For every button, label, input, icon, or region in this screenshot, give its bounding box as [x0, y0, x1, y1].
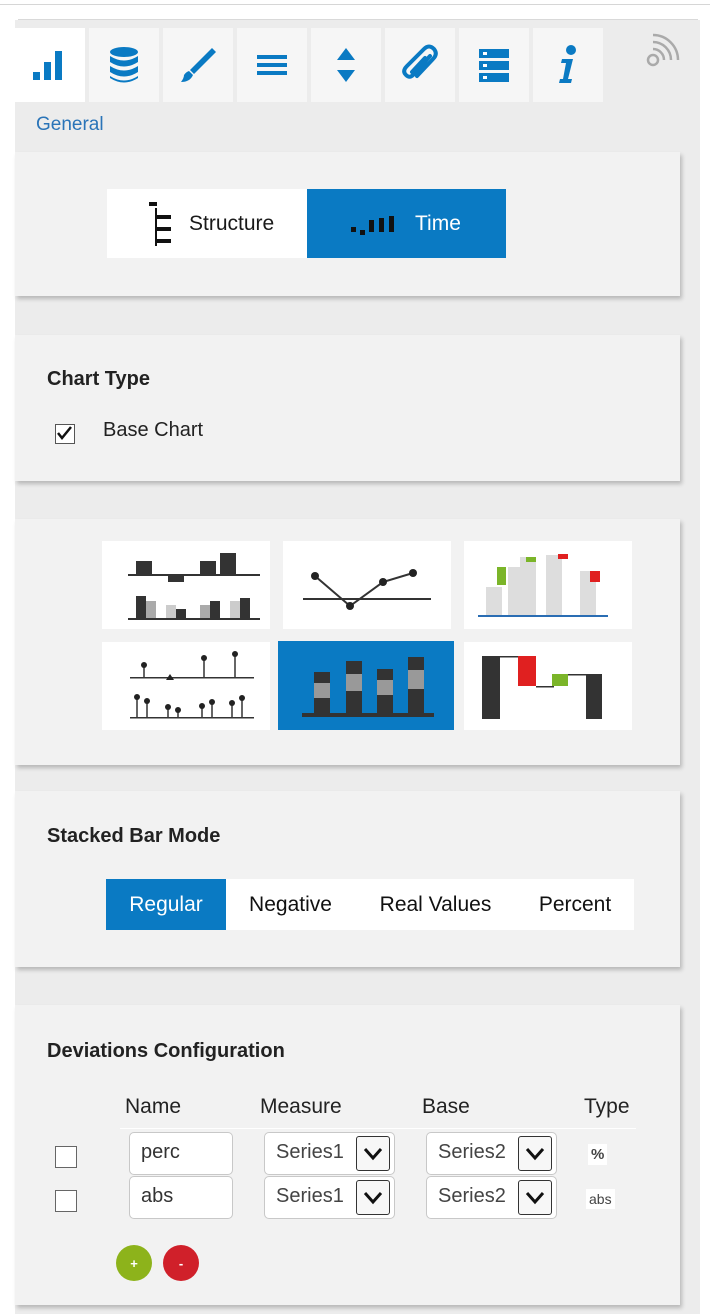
server-icon: [479, 49, 509, 82]
chevron-down-icon[interactable]: [356, 1136, 390, 1171]
time-label: Time: [415, 211, 461, 235]
panel-top-border: [18, 19, 698, 20]
time-toggle[interactable]: Time: [307, 189, 506, 258]
database-icon: [110, 47, 138, 83]
deviation-measure-value: Series1: [276, 1141, 344, 1163]
time-icon: [351, 215, 394, 235]
deviation-measure-value: Series1: [276, 1185, 344, 1207]
waterfall-deviation-chart-icon: [478, 554, 608, 617]
tab-style[interactable]: [163, 28, 233, 102]
paperclip-icon: [402, 44, 438, 79]
bar-chart-icon: [33, 51, 62, 80]
mode-regular-button[interactable]: Regular: [106, 879, 226, 930]
deviation-base-value: Series2: [438, 1185, 506, 1207]
mode-percent-button[interactable]: Percent: [516, 879, 634, 930]
deviation-measure-select[interactable]: Series1: [264, 1176, 395, 1219]
breadcrumb[interactable]: General: [36, 114, 104, 136]
tab-info[interactable]: [533, 28, 603, 102]
deviations-title: Deviations Configuration: [47, 1040, 285, 1062]
top-border: [0, 4, 710, 5]
deviation-base-value: Series2: [438, 1141, 506, 1163]
mode-negative-button[interactable]: Negative: [226, 879, 355, 930]
remove-deviation-button[interactable]: -: [163, 1245, 199, 1281]
waterfall-deviation-chart-tile[interactable]: [464, 541, 632, 629]
pin-chart-tile[interactable]: [102, 642, 270, 730]
waterfall-chart-tile[interactable]: [464, 642, 632, 730]
stacked-bar-chart-tile[interactable]: [278, 641, 454, 730]
column-header-name: Name: [125, 1095, 182, 1118]
tab-sort[interactable]: [311, 28, 381, 102]
tab-chart[interactable]: [15, 28, 85, 102]
stacked-bar-mode-title: Stacked Bar Mode: [47, 825, 221, 847]
chevron-down-icon[interactable]: [356, 1180, 390, 1215]
chevron-down-icon[interactable]: [518, 1180, 552, 1215]
deviation-type-tag[interactable]: abs: [586, 1189, 615, 1209]
deviation-base-select[interactable]: Series2: [426, 1132, 557, 1175]
column-chart-tile[interactable]: [102, 541, 270, 629]
chart-type-title: Chart Type: [47, 368, 150, 390]
mode-real-values-button[interactable]: Real Values: [355, 879, 516, 930]
row-select-checkbox[interactable]: [55, 1190, 77, 1212]
deviation-name-input[interactable]: perc: [129, 1132, 233, 1175]
column-header-base: Base: [422, 1095, 470, 1118]
tab-data[interactable]: [89, 28, 159, 102]
header-divider: [120, 1128, 636, 1129]
deviation-type-tag[interactable]: %: [588, 1144, 608, 1165]
deviation-name-input[interactable]: abs: [129, 1176, 233, 1219]
sort-icon: [337, 48, 355, 82]
structure-label: Structure: [189, 211, 275, 235]
deviation-measure-select[interactable]: Series1: [264, 1132, 395, 1175]
column-header-measure: Measure: [260, 1095, 342, 1118]
checkmark-icon: [57, 426, 72, 440]
deviation-base-select[interactable]: Series2: [426, 1176, 557, 1219]
waterfall-chart-icon: [482, 656, 602, 719]
base-chart-checkbox[interactable]: [55, 424, 75, 444]
chart-type-card: [15, 335, 680, 481]
base-chart-label: Base Chart: [103, 419, 204, 441]
brush-icon: [181, 48, 216, 82]
column-header-type: Type: [584, 1095, 630, 1118]
add-deviation-button[interactable]: +: [116, 1245, 152, 1281]
list-icon: [257, 55, 287, 75]
chevron-down-icon[interactable]: [518, 1136, 552, 1171]
column-chart-icon: [128, 553, 260, 620]
structure-icon: [149, 201, 171, 246]
line-chart-icon: [303, 569, 431, 610]
tab-attachment[interactable]: [385, 28, 455, 102]
tab-bar: [15, 28, 607, 102]
pin-chart-icon: [130, 651, 254, 719]
line-chart-tile[interactable]: [283, 541, 451, 629]
tab-server[interactable]: [459, 28, 529, 102]
row-select-checkbox[interactable]: [55, 1146, 77, 1168]
structure-toggle[interactable]: Structure: [107, 189, 307, 258]
tab-list[interactable]: [237, 28, 307, 102]
info-icon: [559, 45, 576, 83]
stacked-bar-chart-icon: [302, 657, 434, 717]
rss-icon[interactable]: [644, 32, 684, 72]
